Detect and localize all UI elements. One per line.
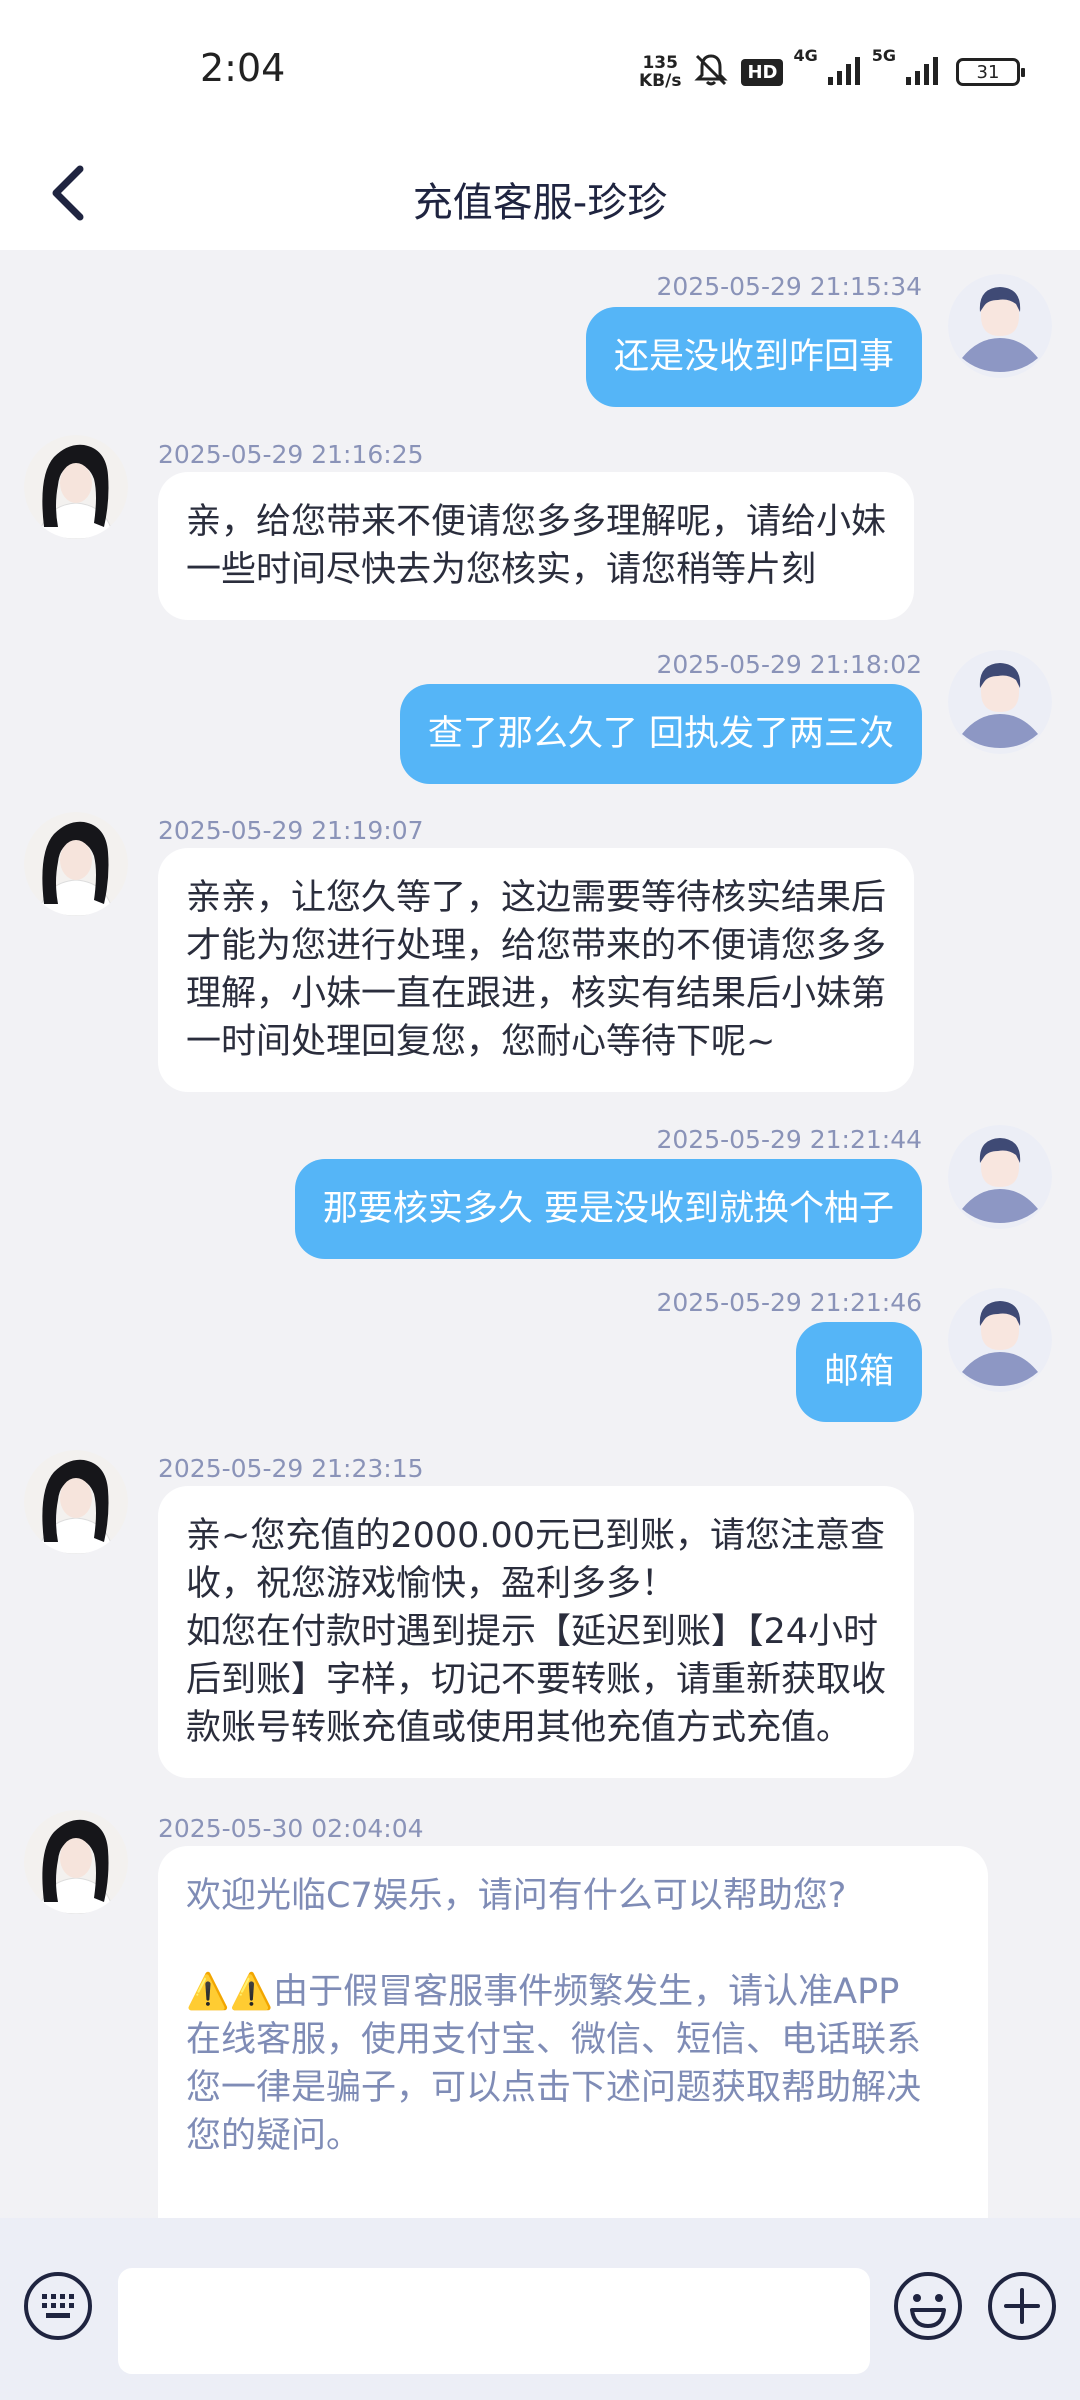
message-text: 您的疑问。 — [186, 2116, 362, 2156]
network-speed: 135 KB/s — [638, 53, 682, 91]
smiley-icon — [894, 2272, 962, 2340]
outgoing-message-bubble[interactable]: 查了那么久了 回执发了两三次 — [399, 684, 922, 784]
outgoing-message-bubble[interactable]: 那要核实多久 要是没收到就换个柚子 — [294, 1159, 922, 1259]
message-text: 收，祝您游戏愉快，盈利多多！ — [186, 1564, 677, 1604]
message-text: 您一律是骗子，可以点击下述问题获取帮助解决 — [186, 2068, 922, 2108]
hd-badge: HD — [741, 58, 784, 86]
user-avatar-icon — [948, 1288, 1052, 1392]
message-timestamp: 2025-05-29 21:18:02 — [656, 650, 922, 679]
agent-avatar-icon — [24, 435, 128, 539]
agent-avatar-icon — [24, 812, 128, 916]
message-timestamp: 2025-05-30 02:04:04 — [158, 1814, 424, 1843]
agent-avatar[interactable] — [24, 1450, 128, 1554]
message-timestamp: 2025-05-29 21:16:25 — [158, 440, 424, 469]
message-input[interactable] — [118, 2268, 870, 2374]
user-avatar-icon — [948, 274, 1052, 378]
agent-avatar[interactable] — [24, 435, 128, 539]
message-text: 亲~您充值的2000.00元已到账，请您注意查 — [186, 1516, 886, 1556]
message-timestamp: 2025-05-29 21:21:44 — [656, 1125, 922, 1154]
bell-muted-icon — [691, 50, 731, 94]
network-4g-label: 4G — [793, 46, 818, 65]
status-time: 2:04 — [200, 46, 286, 90]
incoming-message-bubble[interactable]: 亲，给您带来不便请您多多理解呢，请给小妹 一些时间尽快去为您核实，请您稍等片刻 — [158, 472, 915, 620]
user-avatar-icon — [948, 1125, 1052, 1229]
network-5g-label: 5G — [871, 46, 896, 65]
keyboard-button[interactable] — [22, 2270, 94, 2342]
incoming-message-bubble[interactable]: 亲亲，让您久等了，这边需要等待核实结果后 才能为您进行处理，给您带来的不便请您多… — [158, 848, 915, 1092]
signal-icon — [906, 55, 940, 89]
outgoing-message-bubble[interactable]: 还是没收到咋回事 — [585, 307, 922, 407]
signal-icon — [827, 55, 862, 89]
welcome-message-bubble[interactable]: 欢迎光临C7娱乐，请问有什么可以帮助您? ⚠️⚠️由于假冒客服事件频繁发生，请认… — [158, 1846, 988, 2218]
agent-avatar[interactable] — [24, 1810, 128, 1914]
message-timestamp: 2025-05-29 21:15:34 — [656, 272, 922, 301]
user-avatar-icon — [948, 650, 1052, 754]
message-timestamp: 2025-05-29 21:19:07 — [158, 816, 424, 845]
message-text: 一时间处理回复您，您耐心等待下呢~ — [186, 1022, 776, 1062]
message-text: 查了那么久了 回执发了两三次 — [427, 714, 894, 754]
message-text: 理解，小妹一直在跟进，核实有结果后小妹第 — [186, 974, 887, 1014]
message-text: 亲亲，让您久等了，这边需要等待核实结果后 — [186, 878, 887, 918]
outgoing-message-bubble[interactable]: 邮箱 — [795, 1322, 922, 1422]
message-text: 一些时间尽快去为您核实，请您稍等片刻 — [186, 550, 817, 590]
incoming-message-bubble[interactable]: 亲~您充值的2000.00元已到账，请您注意查 收，祝您游戏愉快，盈利多多！ 如… — [158, 1486, 915, 1778]
user-avatar[interactable] — [948, 1125, 1052, 1229]
emoji-button[interactable] — [892, 2270, 964, 2342]
message-text: 款账号转账充值或使用其他充值方式充值。 — [186, 1708, 852, 1748]
chat-header: 充值客服-珍珍 — [0, 140, 1080, 250]
message-text: 欢迎光临C7娱乐，请问有什么可以帮助您? — [186, 1876, 847, 1916]
agent-avatar-icon — [24, 1450, 128, 1554]
message-text: 才能为您进行处理，给您带来的不便请您多多 — [186, 926, 887, 966]
message-text: 邮箱 — [823, 1352, 894, 1392]
status-bar: 2:04 135 KB/s HD 4G 5G 31 — [0, 0, 1080, 140]
message-text: 如您在付款时遇到提示【延迟到账】【24小时 — [186, 1612, 879, 1652]
message-text: 在线客服，使用支付宝、微信、短信、电话联系 — [186, 2020, 922, 2060]
add-attachment-button[interactable] — [986, 2270, 1058, 2342]
message-text: 还是没收到咋回事 — [613, 337, 894, 377]
user-avatar[interactable] — [948, 650, 1052, 754]
message-text: 那要核实多久 要是没收到就换个柚子 — [322, 1189, 894, 1229]
message-timestamp: 2025-05-29 21:21:46 — [656, 1288, 922, 1317]
message-text: 后到账】字样，切记不要转账，请重新获取收 — [186, 1660, 887, 1700]
input-bar — [0, 2218, 1080, 2400]
agent-avatar[interactable] — [24, 812, 128, 916]
message-timestamp: 2025-05-29 21:23:15 — [158, 1454, 424, 1483]
plus-icon — [988, 2272, 1056, 2340]
battery-icon: 31 — [956, 58, 1025, 86]
status-icons: 135 KB/s HD 4G 5G 31 — [638, 46, 1025, 94]
agent-avatar-icon — [24, 1810, 128, 1914]
keyboard-icon — [24, 2272, 92, 2340]
user-avatar[interactable] — [948, 1288, 1052, 1392]
message-text — [186, 1920, 960, 1968]
page-title: 充值客服-珍珍 — [412, 180, 668, 226]
message-text: ⚠️⚠️由于假冒客服事件频繁发生，请认准APP — [186, 1972, 900, 2012]
chat-message-list[interactable]: 2025-05-29 21:15:34 还是没收到咋回事 2025-05-29 … — [0, 250, 1080, 2218]
user-avatar[interactable] — [948, 274, 1052, 378]
message-text: 亲，给您带来不便请您多多理解呢，请给小妹 — [186, 502, 887, 542]
